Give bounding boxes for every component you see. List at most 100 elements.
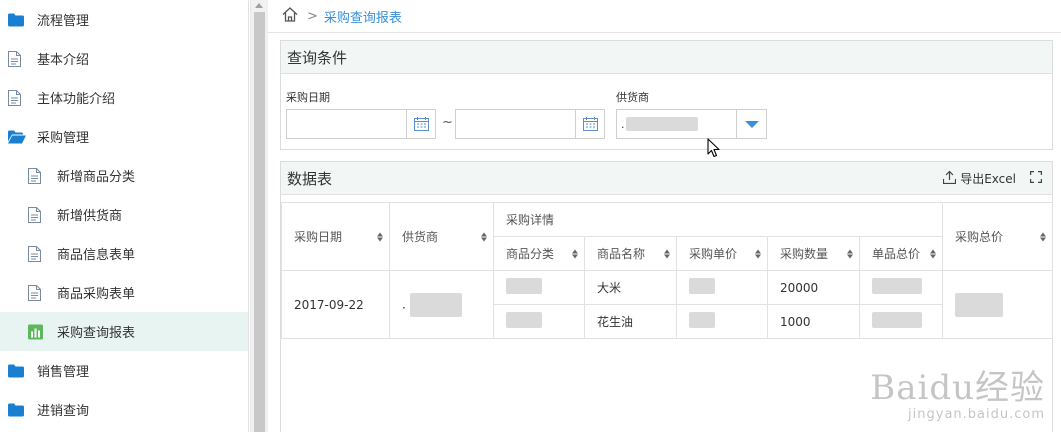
- watermark-url: jingyan.baidu.com: [908, 407, 1045, 422]
- calendar-icon[interactable]: [575, 110, 604, 138]
- redacted-text: [872, 312, 922, 328]
- sidebar-item-purchase-management[interactable]: 采购管理: [0, 117, 248, 156]
- sidebar-item-label: 销售管理: [37, 365, 90, 380]
- date-range-separator: ~: [442, 115, 453, 130]
- sidebar-item-label: 基本介绍: [37, 53, 90, 68]
- home-icon[interactable]: [282, 6, 298, 26]
- sidebar-item-add-category[interactable]: 新增商品分类: [0, 156, 248, 195]
- sort-icon[interactable]: [377, 232, 383, 241]
- scroll-thumb[interactable]: [254, 12, 265, 432]
- cell-item-total: [859, 270, 943, 305]
- header-unit-price[interactable]: 采购单价: [676, 236, 768, 271]
- cell-unit-price: [676, 270, 768, 305]
- chevron-down-icon[interactable]: [736, 110, 766, 138]
- sort-icon[interactable]: [572, 249, 578, 258]
- supplier-prefix: .: [402, 297, 406, 311]
- redacted-text: [955, 292, 1003, 317]
- sidebar-item-purchase-report[interactable]: 采购查询报表: [0, 312, 248, 351]
- header-total[interactable]: 采购总价: [942, 202, 1053, 271]
- sidebar-item-inventory-query[interactable]: 进销查询: [0, 390, 248, 429]
- sidebar-item-label: 商品信息表单: [57, 248, 136, 263]
- export-excel-button[interactable]: 导出Excel: [943, 170, 1016, 187]
- header-quantity-label: 采购数量: [780, 247, 829, 261]
- redacted-text: [506, 312, 542, 328]
- sort-icon[interactable]: [755, 249, 761, 258]
- calendar-icon[interactable]: [406, 110, 435, 138]
- purchase-table: 采购日期 供货商 采购详情 采购总价 商品分类 商品名称 采购单价 采购数量 单…: [281, 202, 1053, 339]
- sidebar: 流程管理 基本介绍 主体功能介绍 采购管理 新增商品分类 新增供货商 商品信息表…: [0, 0, 249, 432]
- sidebar-item-add-supplier[interactable]: 新增供货商: [0, 195, 248, 234]
- breadcrumb-current: 采购查询报表: [323, 10, 402, 26]
- cell-category: [493, 304, 585, 339]
- header-supplier[interactable]: 供货商: [389, 202, 494, 271]
- document-icon: [28, 206, 41, 223]
- sidebar-item-label: 采购管理: [37, 131, 90, 146]
- export-excel-label: 导出Excel: [960, 172, 1016, 186]
- header-name-label: 商品名称: [597, 247, 646, 261]
- header-product-name[interactable]: 商品名称: [584, 236, 677, 271]
- header-date[interactable]: 采购日期: [281, 202, 390, 271]
- data-toolbar: 导出Excel: [943, 170, 1043, 187]
- sidebar-item-purchase-form[interactable]: 商品采购表单: [0, 273, 248, 312]
- header-quantity[interactable]: 采购数量: [767, 236, 860, 271]
- sort-icon[interactable]: [1040, 232, 1046, 241]
- document-icon: [28, 245, 41, 262]
- sidebar-item-main-features[interactable]: 主体功能介绍: [0, 78, 248, 117]
- cell-total: [942, 270, 1053, 339]
- scroll-up-arrow-icon[interactable]: [255, 3, 263, 8]
- redacted-text: [689, 312, 715, 328]
- folder-icon: [8, 403, 24, 416]
- supplier-value-prefix: .: [621, 117, 625, 131]
- header-purchase-details: 采购详情: [493, 202, 943, 237]
- fullscreen-icon[interactable]: [1029, 170, 1043, 187]
- sidebar-item-label: 进销查询: [37, 404, 90, 419]
- document-icon: [28, 167, 41, 184]
- sidebar-item-process-management[interactable]: 流程管理: [0, 0, 248, 39]
- date-label: 采购日期: [286, 91, 330, 104]
- cell-category: [493, 270, 585, 305]
- sidebar-item-basic-intro[interactable]: 基本介绍: [0, 39, 248, 78]
- watermark-logo: Baidu经验: [870, 368, 1045, 408]
- sidebar-scrollbar[interactable]: [250, 0, 268, 432]
- sort-icon[interactable]: [847, 249, 853, 258]
- start-date-input[interactable]: [286, 109, 436, 139]
- cell-product-name: 花生油: [584, 304, 677, 339]
- header-category[interactable]: 商品分类: [493, 236, 585, 271]
- header-item-total[interactable]: 单品总价: [859, 236, 943, 271]
- header-category-label: 商品分类: [506, 247, 555, 261]
- folder-open-icon: [8, 130, 26, 143]
- sidebar-item-label: 主体功能介绍: [37, 92, 116, 107]
- header-unit-price-label: 采购单价: [689, 247, 738, 261]
- cell-product-name: 大米: [584, 270, 677, 305]
- supplier-select[interactable]: .: [616, 109, 767, 139]
- sort-icon[interactable]: [481, 232, 487, 241]
- header-total-label: 采购总价: [955, 230, 1004, 244]
- redacted-text: [872, 278, 922, 294]
- redacted-text: [409, 292, 462, 317]
- bar-chart-icon: [28, 324, 43, 339]
- sidebar-item-sales-management[interactable]: 销售管理: [0, 351, 248, 390]
- cell-quantity: 20000: [767, 270, 860, 305]
- data-panel-title: 数据表: [281, 162, 1052, 195]
- table-row[interactable]: 2017-09-22 . 大米 20000: [281, 270, 1053, 339]
- sidebar-item-product-info-form[interactable]: 商品信息表单: [0, 234, 248, 273]
- chevron-right-icon: >: [307, 8, 318, 24]
- sidebar-item-label: 商品采购表单: [57, 287, 136, 302]
- breadcrumb: > 采购查询报表: [268, 0, 1061, 33]
- supplier-label: 供货商: [616, 91, 649, 104]
- redacted-text: [625, 117, 698, 131]
- sort-icon[interactable]: [664, 249, 670, 258]
- upload-icon: [943, 170, 957, 187]
- cell-item-total: [859, 304, 943, 339]
- redacted-text: [506, 278, 542, 294]
- watermark: Baidu经验 jingyan.baidu.com: [870, 369, 1045, 422]
- folder-icon: [8, 13, 24, 26]
- header-item-total-label: 单品总价: [872, 247, 921, 261]
- end-date-input[interactable]: [455, 109, 605, 139]
- query-panel-title: 查询条件: [281, 41, 1052, 74]
- sidebar-item-label: 新增供货商: [57, 209, 123, 224]
- sort-icon[interactable]: [930, 249, 936, 258]
- mouse-cursor-icon: [707, 138, 721, 162]
- cell-unit-price: [676, 304, 768, 339]
- cell-quantity: 1000: [767, 304, 860, 339]
